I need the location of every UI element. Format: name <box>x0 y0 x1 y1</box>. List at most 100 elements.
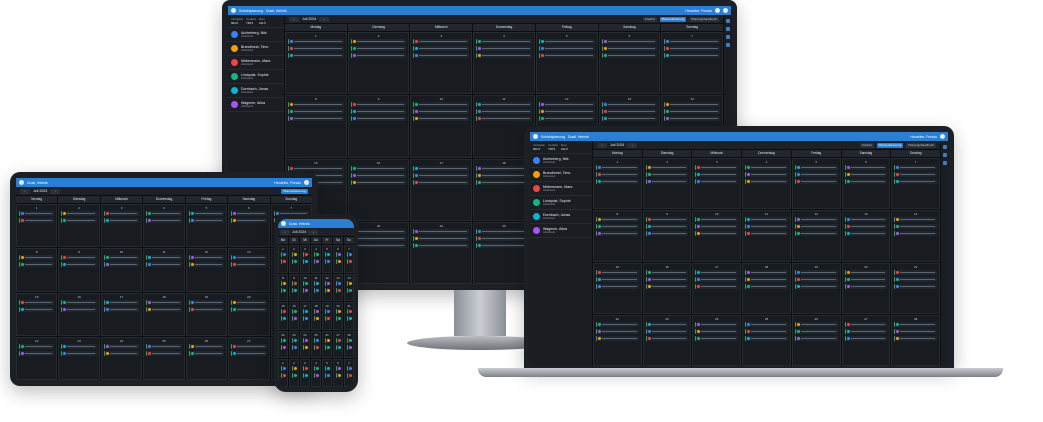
chart-icon[interactable] <box>725 35 730 39</box>
shift-entry[interactable] <box>19 262 55 268</box>
shift-entry[interactable] <box>292 316 297 322</box>
day-cell[interactable]: 1 <box>278 359 288 387</box>
shift-entry[interactable] <box>645 179 689 184</box>
shift-entry[interactable] <box>188 343 225 349</box>
shift-entry[interactable] <box>645 165 689 170</box>
shift-entry[interactable] <box>288 102 344 108</box>
day-cell[interactable]: 17 <box>410 158 473 221</box>
day-cell[interactable]: 6 <box>598 32 661 95</box>
shift-entry[interactable] <box>794 283 838 289</box>
day-cell[interactable]: 19 <box>322 302 332 330</box>
shift-entry[interactable] <box>325 344 330 350</box>
day-cell[interactable]: 18 <box>143 292 185 336</box>
shift-entry[interactable] <box>695 328 739 334</box>
employee-item[interactable]: Wagener, Alina Arbeitszeit <box>228 98 284 112</box>
shift-entry[interactable] <box>347 287 352 293</box>
day-cell[interactable]: 27 <box>333 330 343 359</box>
shift-entry[interactable] <box>794 179 838 184</box>
shift-entry[interactable] <box>303 366 308 372</box>
day-cell[interactable]: 11 <box>742 210 791 262</box>
day-cell[interactable]: 5 <box>791 158 841 210</box>
shift-entry[interactable] <box>894 179 937 184</box>
shift-entry[interactable] <box>664 46 720 51</box>
day-cell[interactable]: 6 <box>841 158 891 210</box>
shift-entry[interactable] <box>347 344 352 350</box>
shift-entry[interactable] <box>695 276 739 282</box>
shift-entry[interactable] <box>103 255 140 261</box>
shift-entry[interactable] <box>844 283 888 289</box>
shift-entry[interactable] <box>281 366 286 372</box>
day-cell[interactable]: 3 <box>410 32 473 95</box>
list-icon[interactable] <box>725 27 730 31</box>
day-cell[interactable]: 21 <box>891 262 940 314</box>
day-cell[interactable]: 1 <box>593 158 642 210</box>
shift-entry[interactable] <box>844 179 888 184</box>
shift-entry[interactable] <box>894 335 937 341</box>
shift-entry[interactable] <box>413 165 470 171</box>
day-cell[interactable]: 3 <box>300 245 310 273</box>
shift-entry[interactable] <box>325 309 330 315</box>
shift-entry[interactable] <box>103 299 140 305</box>
shift-entry[interactable] <box>303 337 308 343</box>
shift-entry[interactable] <box>336 337 341 343</box>
help-icon[interactable] <box>723 8 728 13</box>
day-cell[interactable]: 4 <box>311 359 321 387</box>
shift-entry[interactable] <box>601 53 658 58</box>
shift-entry[interactable] <box>325 337 330 343</box>
shift-entry[interactable] <box>347 337 352 343</box>
day-cell[interactable]: 15 <box>16 292 58 336</box>
shift-entry[interactable] <box>695 172 739 177</box>
shift-entry[interactable] <box>476 53 532 58</box>
shift-entry[interactable] <box>292 309 297 315</box>
day-cell[interactable]: 20 <box>228 292 270 336</box>
shift-entry[interactable] <box>292 259 297 264</box>
view-button[interactable]: Ansicht <box>859 142 874 148</box>
shift-entry[interactable] <box>347 316 352 322</box>
shift-entry[interactable] <box>596 231 639 237</box>
day-cell[interactable]: 26 <box>185 336 228 380</box>
day-cell[interactable]: 12 <box>322 273 332 302</box>
shift-entry[interactable] <box>188 255 225 261</box>
employee-item[interactable]: Lindquist, Sophie Arbeitszeit <box>228 70 284 84</box>
shift-entry[interactable] <box>103 211 140 216</box>
shift-entry[interactable] <box>695 283 739 289</box>
day-cell[interactable]: 5 <box>535 32 598 95</box>
day-cell[interactable]: 11 <box>143 248 185 292</box>
day-cell[interactable]: 2 <box>347 32 410 95</box>
day-cell[interactable]: 20 <box>841 262 891 314</box>
shift-entry[interactable] <box>146 299 182 305</box>
shift-entry[interactable] <box>288 116 344 122</box>
shift-entry[interactable] <box>303 373 308 379</box>
employee-item[interactable]: Dornbach, Jonas Arbeitszeit <box>530 210 592 224</box>
shift-entry[interactable] <box>303 259 308 264</box>
shift-entry[interactable] <box>745 328 788 334</box>
shift-entry[interactable] <box>61 350 97 356</box>
shift-entry[interactable] <box>538 116 595 122</box>
day-cell[interactable]: 27 <box>841 314 891 366</box>
day-cell[interactable]: 2 <box>289 245 299 273</box>
plan-handbook-button[interactable]: Planungshandbuch <box>906 142 936 148</box>
shift-entry[interactable] <box>894 224 937 230</box>
shift-entry[interactable] <box>188 218 225 223</box>
shift-entry[interactable] <box>103 350 140 356</box>
shift-entry[interactable] <box>281 252 286 257</box>
shift-entry[interactable] <box>61 299 97 305</box>
next-month-button[interactable]: › <box>50 188 61 194</box>
day-cell[interactable]: 21 <box>344 302 354 330</box>
day-cell[interactable]: 7 <box>344 245 354 273</box>
shift-entry[interactable] <box>188 299 225 305</box>
shift-entry[interactable] <box>794 335 838 341</box>
shift-entry[interactable] <box>188 211 225 216</box>
shift-entry[interactable] <box>844 269 888 275</box>
shift-entry[interactable] <box>336 259 341 264</box>
day-cell[interactable]: 9 <box>58 248 100 292</box>
shift-entry[interactable] <box>19 306 55 312</box>
shift-entry[interactable] <box>601 116 658 122</box>
shift-entry[interactable] <box>538 102 595 108</box>
plan-handbook-button[interactable]: Planungshandbuch <box>689 16 719 22</box>
shift-entry[interactable] <box>103 343 140 349</box>
day-cell[interactable]: 25 <box>742 314 791 366</box>
shift-entry[interactable] <box>894 172 937 177</box>
day-cell[interactable]: 14 <box>891 210 940 262</box>
shift-entry[interactable] <box>350 53 407 58</box>
